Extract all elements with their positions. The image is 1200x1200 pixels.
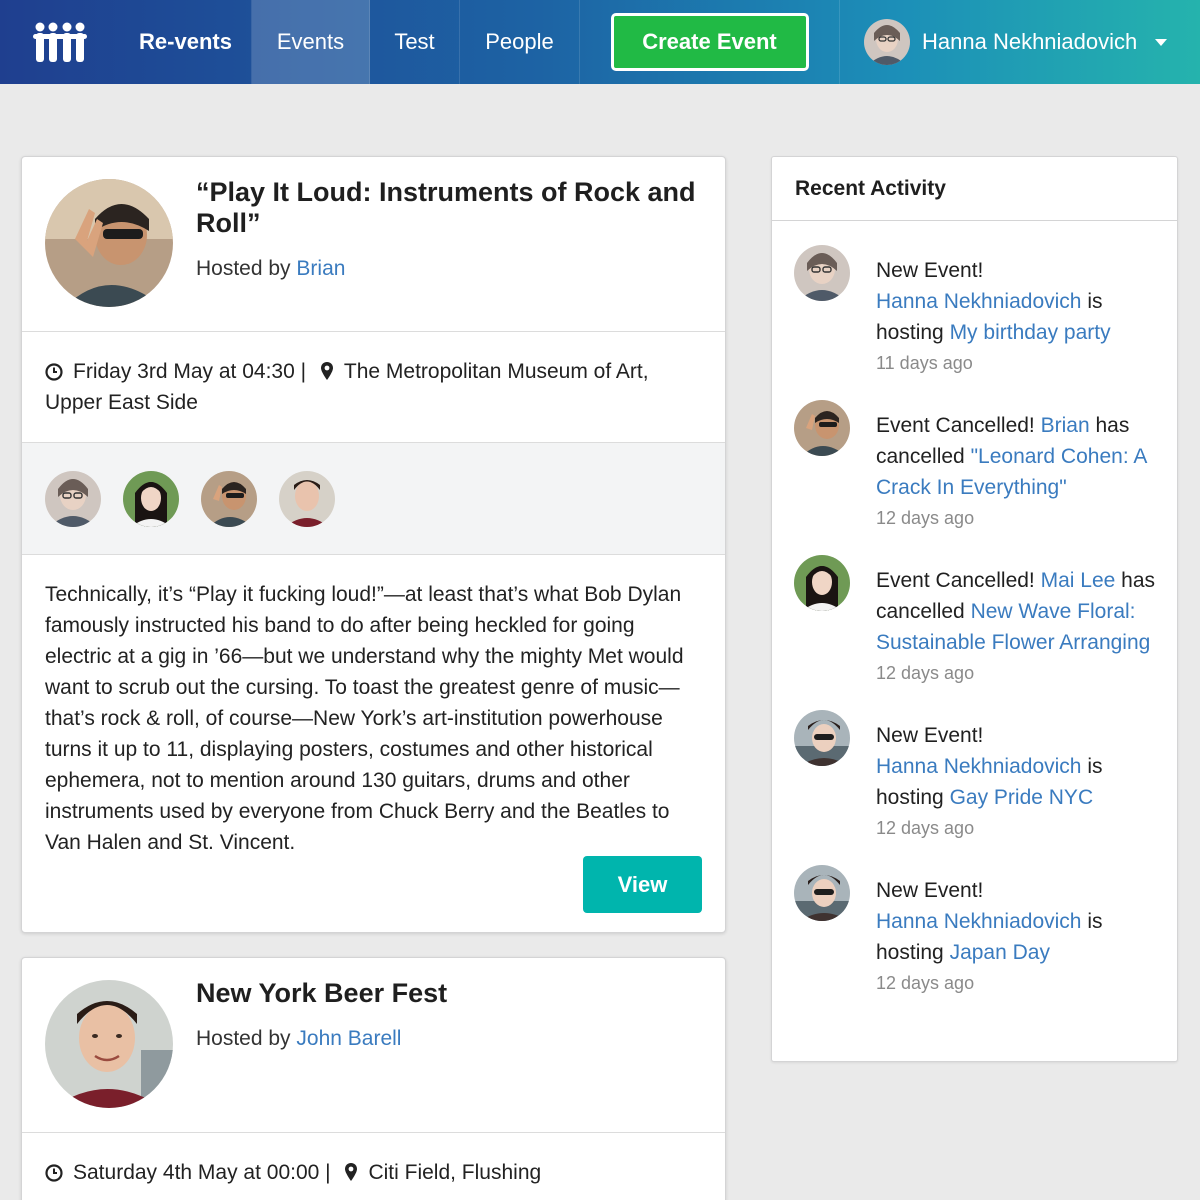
feed-event-link[interactable]: Japan Day xyxy=(950,941,1050,964)
feed-time: 11 days ago xyxy=(876,353,973,373)
feed-user-link[interactable]: Hanna Nekhniadovich xyxy=(876,910,1081,933)
feed-user-link[interactable]: Hanna Nekhniadovich xyxy=(876,755,1081,778)
feed-user-link[interactable]: Mai Lee xyxy=(1041,569,1116,592)
recent-activity-panel: Recent Activity New Event! Hanna Nekhnia… xyxy=(771,156,1178,1062)
feed-event-link[interactable]: My birthday party xyxy=(950,321,1111,344)
feed-item: Event Cancelled! Brian has cancelled "Le… xyxy=(794,398,1157,534)
chevron-down-icon[interactable] xyxy=(1155,38,1168,46)
event-title[interactable]: New York Beer Fest xyxy=(196,978,447,1009)
feed-item: Event Cancelled! Mai Lee has cancelled N… xyxy=(794,553,1157,689)
event-meta: Saturday 4th May at 00:00 | Citi Field, … xyxy=(22,1132,725,1200)
feed-user-link[interactable]: Hanna Nekhniadovich xyxy=(876,290,1081,313)
event-host-line: Hosted by Brian xyxy=(196,257,702,281)
attendee-avatar[interactable] xyxy=(123,470,179,527)
map-marker-icon xyxy=(345,1163,358,1181)
feed-time: 12 days ago xyxy=(876,663,975,683)
hosted-by-label: Hosted by xyxy=(196,257,291,280)
nav-item-events[interactable]: Events xyxy=(252,0,370,84)
activity-avatar[interactable] xyxy=(794,245,850,301)
feed-label: New Event! xyxy=(876,724,984,747)
host-avatar[interactable] xyxy=(45,980,173,1108)
feed-item: New Event! Hanna Nekhniadovich is hostin… xyxy=(794,863,1157,999)
attendee-avatar[interactable] xyxy=(201,470,257,527)
activity-avatar[interactable] xyxy=(794,710,850,766)
event-description-text: Technically, it’s “Play it fucking loud!… xyxy=(45,583,684,854)
user-menu[interactable]: Hanna Nekhniadovich xyxy=(840,0,1168,84)
host-avatar[interactable] xyxy=(45,179,173,307)
feed-event-link[interactable]: Gay Pride NYC xyxy=(950,786,1094,809)
host-link[interactable]: John Barell xyxy=(296,1027,401,1050)
event-description: Technically, it’s “Play it fucking loud!… xyxy=(22,554,725,932)
event-host-line: Hosted by John Barell xyxy=(196,1027,447,1051)
host-link[interactable]: Brian xyxy=(296,257,345,280)
feed-label: New Event! xyxy=(876,259,984,282)
event-date: Saturday 4th May at 00:00 | xyxy=(73,1161,331,1184)
people-group-icon xyxy=(33,22,87,62)
event-header: “Play It Loud: Instruments of Rock and R… xyxy=(22,157,725,331)
nav-item-test[interactable]: Test xyxy=(370,0,460,84)
feed-item: New Event! Hanna Nekhniadovich is hostin… xyxy=(794,708,1157,844)
nav-brand[interactable]: Re-vents xyxy=(120,0,252,84)
feed-label: Event Cancelled! xyxy=(876,414,1035,437)
event-header: New York Beer Fest Hosted by John Barell xyxy=(22,958,725,1132)
top-nav: Re-vents Events Test People Create Event… xyxy=(0,0,1200,84)
event-meta: Friday 3rd May at 04:30 | The Metropolit… xyxy=(22,331,725,442)
create-event-wrap: Create Event xyxy=(580,0,840,84)
feed-time: 12 days ago xyxy=(876,508,975,528)
nav-item-people[interactable]: People xyxy=(460,0,580,84)
attendee-avatar[interactable] xyxy=(279,470,335,527)
activity-avatar[interactable] xyxy=(794,865,850,921)
view-button[interactable]: View xyxy=(583,856,702,913)
clock-icon xyxy=(45,363,63,381)
hosted-by-label: Hosted by xyxy=(196,1027,291,1050)
app-logo[interactable] xyxy=(0,0,120,84)
event-date: Friday 3rd May at 04:30 | xyxy=(73,360,307,383)
event-title[interactable]: “Play It Loud: Instruments of Rock and R… xyxy=(196,177,702,239)
activity-avatar[interactable] xyxy=(794,555,850,611)
create-event-button[interactable]: Create Event xyxy=(610,13,809,71)
activity-avatar[interactable] xyxy=(794,400,850,456)
activity-feed: New Event! Hanna Nekhniadovich is hostin… xyxy=(772,221,1177,999)
attendee-list xyxy=(22,442,725,554)
feed-item: New Event! Hanna Nekhniadovich is hostin… xyxy=(794,243,1157,379)
attendee-avatar[interactable] xyxy=(45,470,101,527)
view-row: View xyxy=(45,856,702,913)
event-venue: Citi Field, Flushing xyxy=(368,1161,542,1184)
feed-user-link[interactable]: Brian xyxy=(1041,414,1090,437)
feed-label: Event Cancelled! xyxy=(876,569,1035,592)
recent-activity-title: Recent Activity xyxy=(772,157,1177,221)
feed-label: New Event! xyxy=(876,879,984,902)
event-card: “Play It Loud: Instruments of Rock and R… xyxy=(21,156,726,933)
feed-time: 12 days ago xyxy=(876,818,975,838)
clock-icon xyxy=(45,1164,63,1182)
map-marker-icon xyxy=(320,362,333,380)
user-name: Hanna Nekhniadovich xyxy=(922,29,1138,54)
event-card: New York Beer Fest Hosted by John Barell… xyxy=(21,957,726,1200)
feed-time: 12 days ago xyxy=(876,973,975,993)
user-avatar xyxy=(864,19,910,65)
